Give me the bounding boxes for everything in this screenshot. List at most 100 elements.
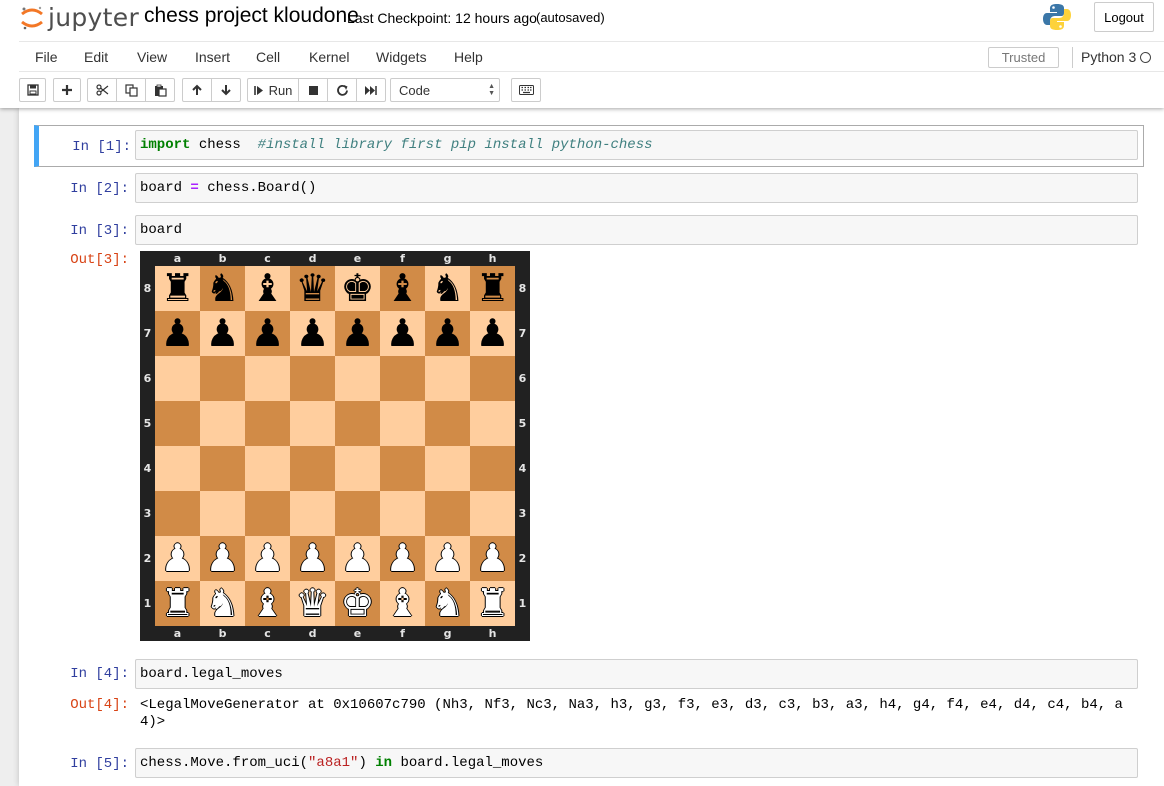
plus-icon bbox=[62, 85, 72, 95]
square-a7: ♟ bbox=[155, 311, 200, 356]
square-e4 bbox=[335, 446, 380, 491]
white-bishop-icon: ♝ bbox=[385, 581, 420, 625]
restart-button[interactable] bbox=[327, 78, 357, 102]
code-input[interactable]: board = chess.Board() bbox=[135, 173, 1138, 203]
trusted-indicator[interactable]: Trusted bbox=[988, 47, 1059, 68]
square-a2: ♟ bbox=[155, 536, 200, 581]
file-label: g bbox=[443, 252, 452, 265]
rank-label: 2 bbox=[143, 552, 152, 565]
black-pawn-icon: ♟ bbox=[295, 311, 330, 355]
square-g5 bbox=[425, 401, 470, 446]
menu-insert[interactable]: Insert bbox=[195, 49, 230, 65]
white-knight-icon: ♞ bbox=[205, 581, 240, 625]
code-token: chess.Board() bbox=[198, 180, 317, 196]
file-label: b bbox=[218, 252, 227, 265]
paste-button[interactable] bbox=[145, 78, 175, 102]
square-c1: ♝ bbox=[245, 581, 290, 626]
legal-moves-output: <LegalMoveGenerator at 0x10607c790 (Nh3,… bbox=[140, 697, 1123, 730]
menu-widgets[interactable]: Widgets bbox=[376, 49, 427, 65]
square-e2: ♟ bbox=[335, 536, 380, 581]
restart-run-all-button[interactable] bbox=[356, 78, 386, 102]
rank-label: 5 bbox=[143, 417, 152, 430]
code-token: ) bbox=[358, 755, 376, 771]
file-label: a bbox=[173, 252, 182, 265]
black-queen-icon: ♛ bbox=[295, 266, 330, 310]
cell-prompt: In [2]: bbox=[70, 181, 129, 197]
cut-button[interactable] bbox=[87, 78, 117, 102]
run-icon bbox=[253, 85, 263, 95]
square-d4 bbox=[290, 446, 335, 491]
square-c8: ♝ bbox=[245, 266, 290, 311]
menu-cell[interactable]: Cell bbox=[256, 49, 280, 65]
cell-type-select[interactable]: Code ▲ ▼ bbox=[390, 78, 500, 102]
white-pawn-icon: ♟ bbox=[160, 536, 195, 580]
menu-edit[interactable]: Edit bbox=[84, 49, 108, 65]
menu-file[interactable]: File bbox=[35, 49, 58, 65]
black-knight-icon: ♞ bbox=[205, 266, 240, 310]
logout-button[interactable]: Logout bbox=[1094, 2, 1154, 32]
rank-label: 2 bbox=[518, 552, 527, 565]
square-f3 bbox=[380, 491, 425, 536]
code-input[interactable]: board bbox=[135, 215, 1138, 245]
code-input[interactable]: import chess #install library first pip … bbox=[135, 130, 1138, 160]
checkpoint-status: Last Checkpoint: 12 hours ago bbox=[347, 10, 537, 26]
code-token: = bbox=[190, 180, 199, 196]
rank-label: 3 bbox=[518, 507, 527, 520]
save-button[interactable] bbox=[19, 78, 46, 102]
square-e8: ♚ bbox=[335, 266, 380, 311]
notebook-title[interactable]: chess project kloudone bbox=[144, 4, 359, 28]
code-input[interactable]: board.legal_moves bbox=[135, 659, 1138, 689]
square-b2: ♟ bbox=[200, 536, 245, 581]
square-a5 bbox=[155, 401, 200, 446]
menu-view[interactable]: View bbox=[137, 49, 167, 65]
arrow-down-icon bbox=[221, 85, 231, 96]
file-label: f bbox=[400, 252, 405, 265]
square-b5 bbox=[200, 401, 245, 446]
file-label: d bbox=[308, 627, 317, 640]
code-token: chess.Move.from_uci( bbox=[140, 755, 309, 771]
code-cell-1[interactable]: In [1]: import chess #install library fi… bbox=[34, 125, 1144, 167]
white-pawn-icon: ♟ bbox=[205, 536, 240, 580]
jupyter-logo[interactable]: jupyter bbox=[20, 2, 139, 32]
file-label: e bbox=[353, 627, 362, 640]
square-h8: ♜ bbox=[470, 266, 515, 311]
command-palette-button[interactable] bbox=[511, 78, 541, 102]
cell-type-value: Code bbox=[399, 82, 431, 98]
insert-cell-button[interactable] bbox=[53, 78, 81, 102]
square-f4 bbox=[380, 446, 425, 491]
fast-forward-icon bbox=[365, 85, 377, 95]
black-pawn-icon: ♟ bbox=[340, 311, 375, 355]
copy-icon bbox=[124, 83, 138, 97]
square-c2: ♟ bbox=[245, 536, 290, 581]
kernel-name[interactable]: Python 3 bbox=[1081, 49, 1136, 65]
kernel-idle-icon bbox=[1140, 52, 1151, 63]
square-g1: ♞ bbox=[425, 581, 470, 626]
square-d3 bbox=[290, 491, 335, 536]
white-queen-icon: ♛ bbox=[295, 581, 330, 625]
kernel-separator bbox=[1072, 47, 1073, 68]
square-a6 bbox=[155, 356, 200, 401]
cell-prompt: In [4]: bbox=[70, 666, 129, 682]
interrupt-button[interactable] bbox=[298, 78, 328, 102]
menu-help[interactable]: Help bbox=[454, 49, 483, 65]
square-e6 bbox=[335, 356, 380, 401]
black-bishop-icon: ♝ bbox=[385, 266, 420, 310]
move-up-button[interactable] bbox=[182, 78, 212, 102]
white-knight-icon: ♞ bbox=[430, 581, 465, 625]
black-pawn-icon: ♟ bbox=[430, 311, 465, 355]
file-label: g bbox=[443, 627, 452, 640]
copy-button[interactable] bbox=[116, 78, 146, 102]
menu-kernel[interactable]: Kernel bbox=[309, 49, 349, 65]
square-h3 bbox=[470, 491, 515, 536]
square-d7: ♟ bbox=[290, 311, 335, 356]
move-down-button[interactable] bbox=[211, 78, 241, 102]
square-a1: ♜ bbox=[155, 581, 200, 626]
square-h1: ♜ bbox=[470, 581, 515, 626]
rank-label: 8 bbox=[143, 282, 152, 295]
square-b3 bbox=[200, 491, 245, 536]
code-input[interactable]: chess.Move.from_uci("a8a1") in board.leg… bbox=[135, 748, 1138, 778]
cell-prompt: In [3]: bbox=[70, 223, 129, 239]
keyboard-icon bbox=[518, 85, 534, 95]
restart-icon bbox=[336, 84, 348, 96]
run-button[interactable]: Run bbox=[247, 78, 299, 102]
